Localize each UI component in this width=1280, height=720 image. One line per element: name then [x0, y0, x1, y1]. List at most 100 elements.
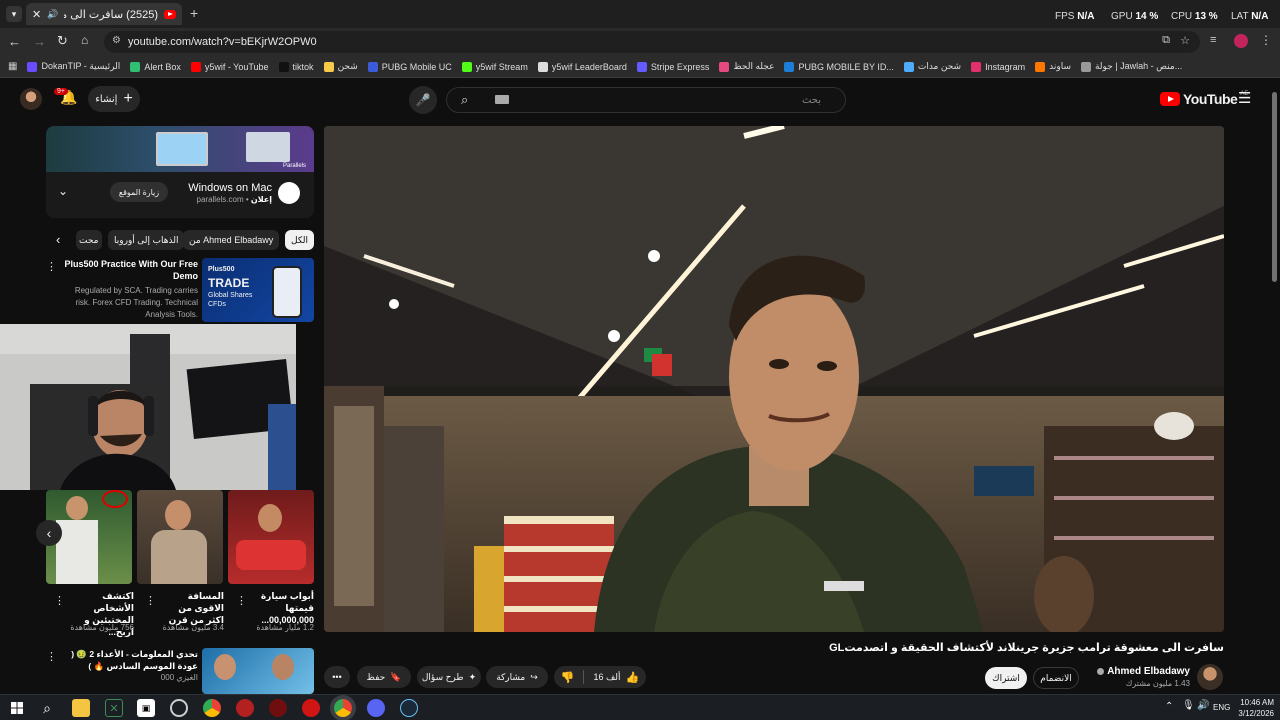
- bookmark-item[interactable]: جولة | Jawlah - منص...: [1080, 61, 1182, 72]
- bookmark-item[interactable]: y5wif LeaderBoard: [537, 61, 627, 72]
- tab-close-icon[interactable]: ✕: [32, 8, 41, 21]
- short-thumbnail-2[interactable]: [137, 490, 223, 584]
- antivirus-icon[interactable]: [236, 699, 254, 717]
- bookmark-favicon-icon: [636, 61, 647, 72]
- start-windows-icon[interactable]: [8, 699, 26, 717]
- language-indicator[interactable]: ENG: [1213, 703, 1230, 712]
- short-menu-icon-1[interactable]: ⋮: [236, 594, 247, 607]
- next-video-text: تحدي المعلومات - الأعداء 2 🤢 ( عودة المو…: [60, 648, 198, 684]
- game-app-icon-2[interactable]: [302, 699, 320, 717]
- like-icon[interactable]: 👍: [626, 671, 640, 684]
- bookmark-item[interactable]: Alert Box: [130, 61, 181, 72]
- share-button[interactable]: مشاركة ↪: [486, 666, 548, 688]
- taskbar-search-icon[interactable]: ⌕: [38, 699, 56, 717]
- chips-left-arrow-icon[interactable]: ‹: [56, 232, 60, 247]
- volume-tray-icon[interactable]: 🔊: [1197, 700, 1209, 711]
- like-count[interactable]: 16 ألف: [593, 672, 620, 683]
- next-video-title[interactable]: تحدي المعلومات - الأعداء 2 🤢 ( عودة المو…: [60, 648, 198, 672]
- bookmark-item[interactable]: PUBG MOBILE BY ID...: [784, 61, 894, 72]
- video-player[interactable]: [324, 126, 1224, 632]
- reading-list-icon[interactable]: ≡: [1210, 34, 1216, 46]
- short-title-1[interactable]: أبواب سيارة قيمتها 00,000,000...: [252, 590, 314, 626]
- ad-expand-chevron-icon[interactable]: ⌄: [58, 184, 68, 198]
- bookmark-item[interactable]: PUBG Mobile UC: [367, 61, 452, 72]
- search-icon[interactable]: ⌕: [461, 92, 468, 108]
- next-video-menu-icon[interactable]: ⋮: [46, 650, 57, 663]
- shorts-prev-button[interactable]: ‹: [36, 520, 62, 546]
- back-icon[interactable]: ←: [8, 34, 21, 49]
- short-menu-icon-3[interactable]: ⋮: [54, 594, 65, 607]
- guide-menu-icon[interactable]: ☰: [1238, 89, 1251, 107]
- channel-avatar-large[interactable]: [1197, 664, 1223, 690]
- promo-title[interactable]: Plus500 Practice With Our Free Demo: [60, 258, 198, 282]
- chip-europe[interactable]: الذهاب إلى أوروبا: [108, 230, 185, 250]
- bookmark-item[interactable]: عجله الحظ: [719, 61, 774, 72]
- tab-search-button[interactable]: ▾: [6, 6, 22, 22]
- chrome-active-icon[interactable]: [334, 699, 352, 717]
- bookmark-star-icon[interactable]: ☆: [1180, 34, 1190, 47]
- short-title-2[interactable]: المسافة الاقوى من اكثر من قرن: [160, 590, 224, 626]
- promo-menu-icon[interactable]: ⋮: [46, 260, 57, 273]
- bookmark-favicon-icon: [323, 61, 334, 72]
- keyboard-icon[interactable]: [495, 95, 509, 104]
- ask-button[interactable]: طرح سؤال ✦: [417, 666, 481, 688]
- url-field[interactable]: ⚙ youtube.com/watch?v=bEKjrW2OPW0 ⧉ ☆: [104, 31, 1200, 53]
- obs-icon[interactable]: [170, 699, 188, 717]
- subscribe-button[interactable]: اشتراك: [985, 667, 1027, 689]
- file-explorer-icon[interactable]: [72, 699, 90, 717]
- bookmark-item[interactable]: شحن: [323, 61, 358, 72]
- bookmark-favicon-icon: [971, 61, 982, 72]
- excel-icon[interactable]: ✕: [105, 699, 123, 717]
- join-button[interactable]: الانضمام: [1033, 667, 1079, 689]
- search-input[interactable]: بحث ⌕: [446, 87, 846, 113]
- chip-from-channel[interactable]: من Ahmed Elbadawy: [183, 230, 280, 250]
- browser-tab-active[interactable]: (2525) سافرت الى معشوقة... 🔊 ✕: [26, 3, 182, 25]
- home-icon[interactable]: ⌂: [81, 33, 88, 47]
- install-app-icon[interactable]: ⧉: [1162, 34, 1170, 47]
- terminal-icon[interactable]: ▣: [137, 699, 155, 717]
- dislike-icon[interactable]: 👎: [561, 671, 575, 684]
- discord-icon[interactable]: [367, 699, 385, 717]
- browser-menu-icon[interactable]: ⋮: [1260, 33, 1272, 47]
- more-actions-button[interactable]: •••: [324, 666, 350, 688]
- new-tab-button[interactable]: +: [190, 5, 198, 21]
- channel-avatar[interactable]: [20, 88, 42, 110]
- profile-avatar-icon[interactable]: [1234, 34, 1248, 48]
- bookmark-item[interactable]: Stripe Express: [636, 61, 709, 72]
- bookmark-item[interactable]: شحن مدات: [903, 61, 961, 72]
- chip-more[interactable]: محت: [76, 230, 102, 250]
- bookmark-item[interactable]: ساوند: [1035, 61, 1071, 72]
- game-app-icon-1[interactable]: [269, 699, 287, 717]
- subscriber-count: 1.43 مليون مشترك: [1125, 679, 1190, 688]
- tray-chevron-icon[interactable]: ⌃: [1165, 701, 1173, 712]
- visit-site-button[interactable]: زيارة الموقع: [110, 182, 168, 202]
- chrome-icon[interactable]: [203, 699, 221, 717]
- create-button[interactable]: إنشاء +: [88, 86, 140, 112]
- bookmark-item[interactable]: Instagram: [971, 61, 1026, 72]
- clock[interactable]: 10:46 AM 3/12/2026: [1234, 697, 1274, 719]
- youtube-logo[interactable]: YouTube AE: [1160, 91, 1248, 107]
- next-video-thumbnail[interactable]: [202, 648, 314, 694]
- steam-icon[interactable]: [400, 699, 418, 717]
- bookmark-label: Instagram: [985, 61, 1026, 72]
- short-thumbnail-1[interactable]: [228, 490, 314, 584]
- chip-all[interactable]: الكل: [285, 230, 315, 250]
- bookmark-label: DokanTIP - الرئيسية: [41, 61, 121, 71]
- forward-icon[interactable]: →: [33, 34, 46, 49]
- lat-readout: LAT N/A: [1231, 11, 1269, 22]
- bookmark-favicon-icon: [719, 61, 730, 72]
- promo-thumbnail[interactable]: Plus500 TRADE Global Shares CFDs: [202, 258, 314, 322]
- save-button[interactable]: حفظ 🔖: [357, 666, 411, 688]
- apps-grid-icon[interactable]: ▦: [8, 61, 17, 72]
- bookmark-item[interactable]: y5wif Stream: [461, 61, 528, 72]
- site-info-icon[interactable]: ⚙: [112, 35, 121, 46]
- page-scrollbar[interactable]: [1272, 92, 1277, 282]
- bookmark-item[interactable]: DokanTIP - الرئيسية: [27, 61, 120, 72]
- voice-search-button[interactable]: 🎤: [409, 86, 437, 114]
- microphone-tray-icon[interactable]: 🎙: [1182, 700, 1195, 711]
- bookmark-item[interactable]: y5wif - YouTube: [190, 61, 269, 72]
- ad-card[interactable]: Parallels Windows on Mac إعلان • paralle…: [46, 126, 314, 218]
- bookmark-item[interactable]: tiktok: [278, 61, 314, 72]
- reload-icon[interactable]: ↻: [57, 33, 68, 49]
- short-menu-icon-2[interactable]: ⋮: [145, 594, 156, 607]
